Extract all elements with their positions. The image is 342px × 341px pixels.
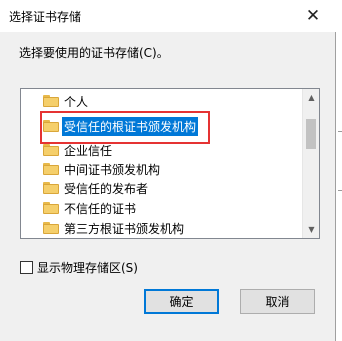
title-bar: 选择证书存储 ✕ <box>0 0 336 32</box>
ok-button[interactable]: 确定 <box>144 289 219 314</box>
tree-item-enterprise-trust[interactable]: 企业信任 <box>21 140 304 160</box>
background-divider <box>338 131 342 132</box>
folder-icon <box>43 202 59 214</box>
show-physical-stores-label: 显示物理存储区(S) <box>37 261 138 275</box>
close-icon: ✕ <box>305 6 321 26</box>
chevron-up-icon: ▲ <box>308 93 315 102</box>
scroll-up-button[interactable]: ▲ <box>303 89 319 106</box>
tree-item-label: 不信任的证书 <box>64 201 137 216</box>
tree-item-untrusted[interactable]: 不信任的证书 <box>21 198 304 218</box>
scroll-down-button[interactable]: ▼ <box>303 221 319 238</box>
close-button[interactable]: ✕ <box>290 0 336 32</box>
tree-item-third-party-root[interactable]: 第三方根证书颁发机构 <box>21 218 304 238</box>
certificate-store-tree[interactable]: 个人 受信任的根证书颁发机构 企业信任 中间证书颁发机构 受信任的发布者 不信任… <box>20 88 320 239</box>
tree-item-label: 受信任的发布者 <box>64 181 149 196</box>
tree-item-label: 受信任的根证书颁发机构 <box>62 116 199 136</box>
instruction-label: 选择要使用的证书存储(C)。 <box>19 46 169 60</box>
tree-item-trusted-root[interactable]: 受信任的根证书颁发机构 <box>21 116 304 136</box>
cancel-button[interactable]: 取消 <box>240 289 315 314</box>
select-certificate-store-dialog: 选择证书存储 ✕ 选择要使用的证书存储(C)。 个人 受信任的根证书颁发机构 企… <box>0 0 336 341</box>
tree-item-label: 企业信任 <box>64 143 113 158</box>
tree-item-label: 个人 <box>64 94 89 109</box>
tree-item-label: 中间证书颁发机构 <box>64 162 161 177</box>
tree-item-intermediate-ca[interactable]: 中间证书颁发机构 <box>21 159 304 179</box>
background-divider <box>338 190 342 191</box>
folder-icon <box>43 120 59 132</box>
chevron-down-icon: ▼ <box>308 225 315 234</box>
tree-item-trusted-publishers[interactable]: 受信任的发布者 <box>21 178 304 198</box>
folder-icon <box>43 222 59 234</box>
background-window-edge <box>336 0 342 341</box>
dialog-title: 选择证书存储 <box>9 10 82 24</box>
tree-item-personal[interactable]: 个人 <box>21 91 304 111</box>
folder-icon <box>43 95 59 107</box>
show-physical-stores-option[interactable]: 显示物理存储区(S) <box>20 259 138 276</box>
show-physical-stores-checkbox[interactable] <box>20 261 33 274</box>
vertical-scrollbar[interactable]: ▲ ▼ <box>302 89 319 238</box>
scroll-thumb[interactable] <box>306 119 316 149</box>
folder-icon <box>43 144 59 156</box>
folder-icon <box>43 182 59 194</box>
folder-icon <box>43 163 59 175</box>
tree-item-label: 第三方根证书颁发机构 <box>64 221 185 236</box>
